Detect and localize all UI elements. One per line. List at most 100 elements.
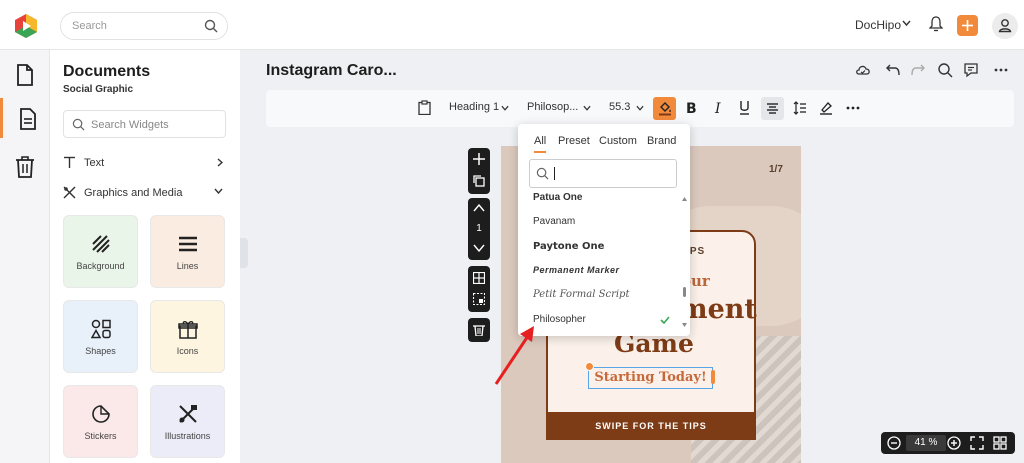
font-option-patua-one[interactable]: Patua One (533, 192, 582, 200)
font-tab-custom[interactable]: Custom (599, 135, 637, 147)
cloud-saved-icon[interactable] (855, 62, 871, 78)
underline-icon[interactable] (739, 100, 750, 116)
page-number: 1 (476, 223, 482, 234)
font-tab-preset[interactable]: Preset (558, 135, 590, 147)
bold-icon[interactable]: B (686, 101, 697, 115)
select-area-icon[interactable] (473, 293, 485, 305)
widget-search-placeholder: Search Widgets (91, 119, 169, 131)
highlight-pen-icon[interactable] (819, 101, 833, 115)
tile-stickers[interactable]: Stickers (63, 385, 138, 458)
clipboard-icon[interactable] (418, 100, 431, 115)
user-icon (998, 19, 1012, 33)
line-spacing-icon[interactable] (793, 101, 807, 115)
more-options-icon[interactable] (846, 106, 860, 110)
workspace-name[interactable]: DocHipo (855, 18, 901, 32)
text-color-button[interactable] (653, 97, 676, 120)
chevron-down-icon[interactable] (501, 105, 509, 111)
search-icon[interactable] (937, 62, 953, 78)
paint-bucket-icon (659, 102, 671, 116)
section-graphics-media[interactable]: Graphics and Media (63, 183, 226, 203)
undo-icon[interactable] (885, 62, 901, 78)
font-option-petit-formal-script[interactable]: Petit Formal Script (533, 289, 629, 300)
svg-text:I: I (714, 101, 721, 115)
graphics-tools-icon (63, 186, 76, 199)
annotation-arrow (494, 326, 534, 385)
trash-icon[interactable] (473, 324, 485, 336)
align-center-button[interactable] (761, 97, 784, 120)
text-tool-icon (64, 156, 75, 168)
tile-shapes[interactable]: Shapes (63, 300, 138, 373)
chevron-down-icon[interactable] (583, 105, 591, 111)
search-placeholder: Search (72, 20, 107, 32)
tile-illustrations-label: Illustrations (164, 431, 211, 441)
panel-collapse-handle[interactable] (240, 238, 248, 268)
zoom-out-icon[interactable] (887, 436, 901, 450)
grid-layout-icon[interactable] (473, 272, 485, 284)
scroll-up-icon[interactable] (682, 197, 687, 201)
gift-icon (178, 321, 198, 339)
redo-icon[interactable] (910, 62, 926, 78)
tile-illustrations[interactable]: Illustrations (150, 385, 225, 458)
tile-icons[interactable]: Icons (150, 300, 225, 373)
dochipo-logo-icon[interactable] (13, 13, 39, 39)
search-icon[interactable] (204, 19, 218, 33)
panel-title: Documents (63, 63, 151, 80)
fit-screen-icon[interactable] (970, 436, 984, 450)
widget-search-input[interactable]: Search Widgets (63, 110, 226, 138)
font-tab-brand[interactable]: Brand (647, 135, 676, 147)
chevron-down-icon[interactable] (636, 105, 644, 111)
font-option-paytone-one[interactable]: Paytone One (533, 241, 604, 252)
text-style-dropdown[interactable]: Heading 1 (449, 101, 499, 113)
swipe-banner[interactable]: SWIPE FOR THE TIPS (546, 412, 756, 440)
headline-line-2[interactable]: ment (679, 294, 757, 325)
trash-icon (16, 156, 34, 178)
rail-pages[interactable] (0, 98, 50, 138)
page-add-group (468, 148, 490, 194)
duplicate-page-icon[interactable] (473, 175, 485, 187)
scroll-down-icon[interactable] (682, 323, 687, 327)
tile-lines[interactable]: Lines (150, 215, 225, 288)
icon-rail (0, 50, 50, 463)
bell-icon[interactable] (929, 16, 943, 32)
rotate-handle[interactable] (585, 362, 594, 371)
comment-icon[interactable] (963, 62, 979, 78)
chevron-down-icon[interactable] (473, 244, 485, 252)
chevron-up-icon[interactable] (473, 204, 485, 212)
rail-documents[interactable] (0, 54, 50, 94)
font-option-philosopher[interactable]: Philosopher (533, 314, 586, 325)
global-search-input[interactable]: Search (60, 12, 228, 40)
tile-icons-label: Icons (176, 346, 199, 356)
illustration-tools-icon (179, 405, 197, 423)
font-option-permanent-marker[interactable]: Permanent Marker (533, 265, 620, 275)
grid-view-icon[interactable] (993, 436, 1007, 450)
scroll-thumb[interactable] (683, 287, 686, 297)
font-tab-all[interactable]: All (534, 135, 547, 153)
more-options-icon[interactable] (993, 62, 1009, 78)
resize-handle[interactable] (711, 370, 715, 384)
zoom-in-icon[interactable] (947, 436, 961, 450)
section-text[interactable]: Text (63, 153, 226, 173)
font-search-input[interactable] (529, 159, 677, 188)
page-delete-group (468, 318, 490, 342)
add-page-icon[interactable] (473, 153, 485, 165)
chevron-down-icon[interactable] (902, 20, 911, 27)
font-family-dropdown[interactable]: Philosop... (527, 101, 578, 113)
document-title[interactable]: Instagram Caro... (266, 62, 397, 80)
italic-icon[interactable]: I (714, 101, 723, 115)
create-new-button[interactable] (957, 15, 978, 36)
user-menu-button[interactable] (992, 13, 1018, 39)
slide-counter[interactable]: 1/7 (769, 164, 783, 175)
tile-background[interactable]: Background (63, 215, 138, 288)
top-bar: Search DocHipo (0, 0, 1024, 50)
zoom-level[interactable]: 41 % (906, 435, 946, 451)
tile-stickers-label: Stickers (84, 431, 117, 441)
font-size-dropdown[interactable]: 55.3 (609, 101, 630, 113)
widgets-panel: Documents Social Graphic Search Widgets … (50, 50, 240, 463)
selected-text-box[interactable]: Starting Today! (588, 367, 713, 389)
font-list-scrollbar[interactable] (682, 197, 687, 327)
rail-trash[interactable] (0, 146, 50, 186)
font-option-pavanam[interactable]: Pavanam (533, 216, 575, 227)
plus-icon (962, 20, 973, 31)
sticker-icon (92, 405, 110, 423)
background-pattern-icon (92, 235, 110, 253)
